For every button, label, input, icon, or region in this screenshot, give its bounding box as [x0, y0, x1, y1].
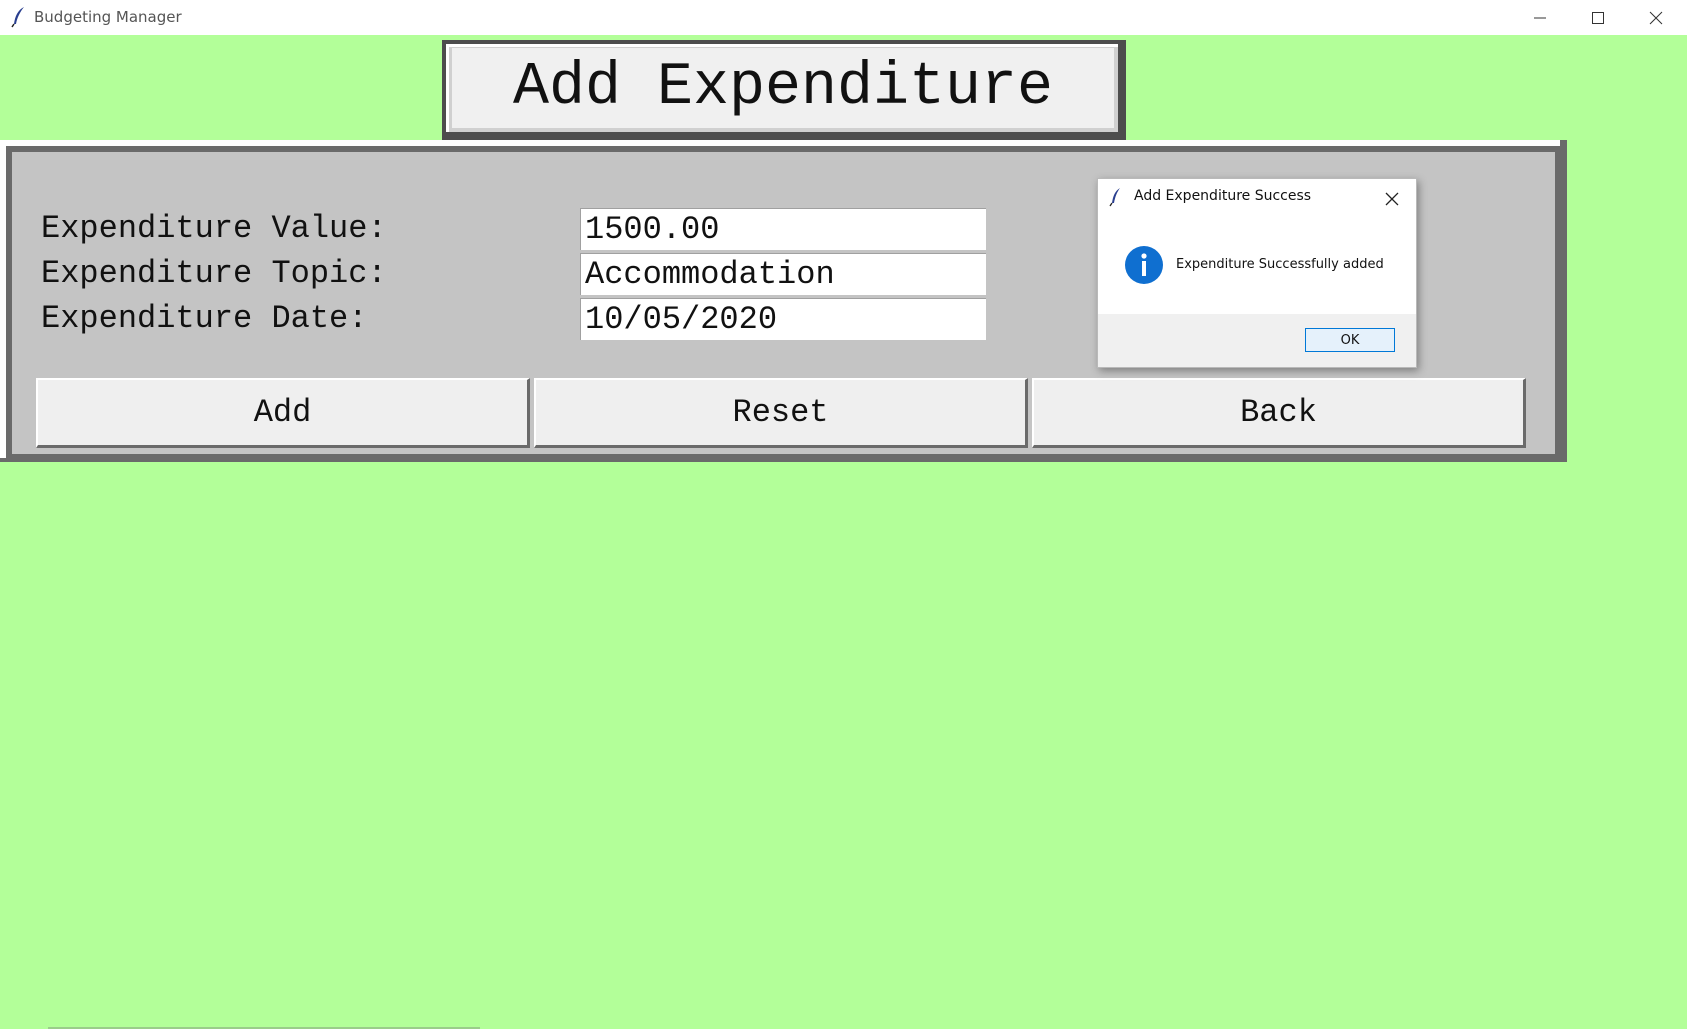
minimize-icon	[1534, 17, 1546, 18]
expenditure-value-input[interactable]	[580, 208, 986, 250]
info-icon	[1124, 245, 1164, 285]
expenditure-topic-label: Expenditure Topic:	[41, 255, 387, 292]
add-button[interactable]: Add	[36, 378, 530, 448]
page-title: Add Expenditure	[452, 48, 1114, 128]
close-icon	[1649, 11, 1663, 24]
ok-button[interactable]: OK	[1305, 328, 1395, 352]
maximize-button[interactable]	[1570, 0, 1626, 35]
success-dialog: Add Expenditure Success Expenditure Succ…	[1097, 178, 1417, 368]
close-button[interactable]	[1628, 0, 1684, 35]
expenditure-date-input[interactable]	[580, 298, 986, 340]
expenditure-date-label: Expenditure Date:	[41, 300, 368, 337]
dialog-title: Add Expenditure Success	[1134, 188, 1312, 204]
window-titlebar: Budgeting Manager	[0, 0, 1687, 35]
close-icon	[1385, 192, 1399, 206]
minimize-button[interactable]	[1512, 0, 1568, 35]
back-button[interactable]: Back	[1032, 378, 1526, 448]
dialog-message: Expenditure Successfully added	[1176, 257, 1384, 272]
maximize-icon	[1592, 11, 1604, 24]
expenditure-topic-input[interactable]	[580, 253, 986, 295]
dialog-footer: OK	[1098, 314, 1416, 367]
dialog-close-button[interactable]	[1380, 187, 1404, 211]
feather-icon	[10, 6, 28, 28]
window-title: Budgeting Manager	[34, 8, 182, 26]
reset-button[interactable]: Reset	[534, 378, 1028, 448]
header-box: Add Expenditure	[442, 40, 1126, 140]
expenditure-value-label: Expenditure Value:	[41, 210, 387, 247]
feather-icon	[1109, 187, 1123, 207]
